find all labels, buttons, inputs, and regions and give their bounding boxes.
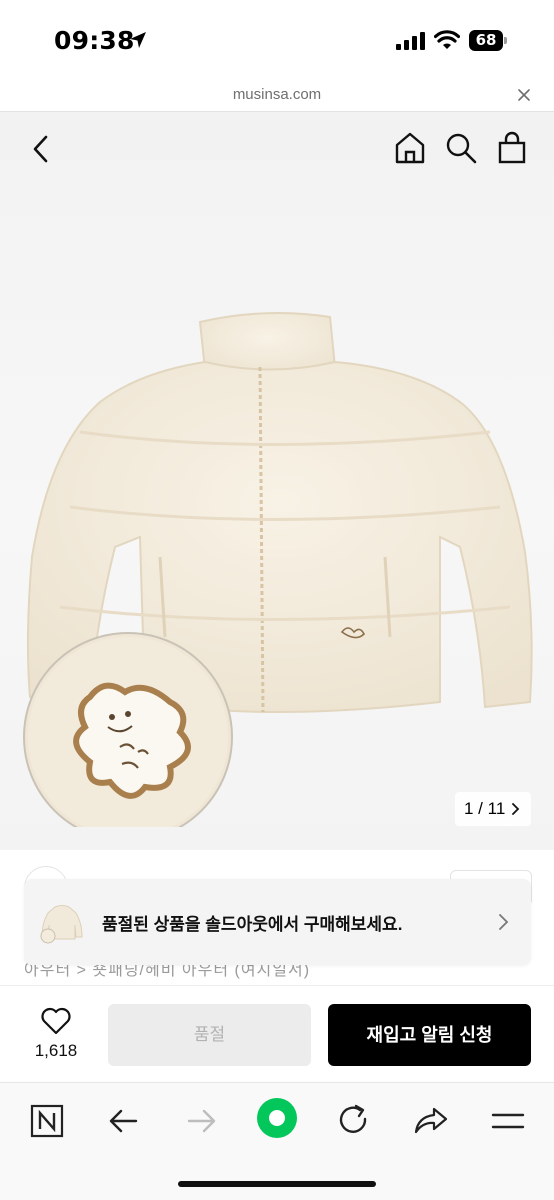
soldout-banner-message: 품절된 상품을 솔드아웃에서 구매해보세요. [102, 915, 403, 934]
reload-icon[interactable] [334, 1101, 374, 1141]
heart-icon[interactable] [40, 1006, 72, 1036]
close-icon[interactable] [517, 88, 531, 102]
purchase-bar: 1,618 품절 재입고 알림 신청 [0, 985, 554, 1082]
chevron-right-icon [499, 914, 509, 930]
url-bar[interactable]: musinsa.com [0, 80, 554, 112]
product-thumbnail [40, 905, 83, 944]
soldout-button[interactable]: 품절 [108, 1004, 311, 1066]
search-icon[interactable] [444, 130, 478, 166]
image-counter-label: 1 / 11 [464, 799, 506, 818]
chevron-right-icon [512, 803, 520, 815]
restock-alert-button[interactable]: 재입고 알림 신청 [328, 1004, 531, 1066]
green-circle-icon[interactable] [256, 1097, 298, 1139]
share-icon[interactable] [411, 1101, 451, 1141]
product-image-gallery[interactable]: 1 / 11 [0, 112, 554, 850]
status-bar: 09:38 68 [0, 0, 554, 80]
status-time: 09:38 [54, 26, 135, 55]
url-text[interactable]: musinsa.com [0, 86, 554, 103]
battery-level: 68 [469, 30, 503, 51]
browser-toolbar [0, 1082, 554, 1200]
cellular-signal-icon [396, 32, 425, 50]
back-chevron-icon[interactable] [26, 132, 56, 166]
shopping-bag-icon[interactable] [495, 130, 529, 166]
battery-icon: 68 [469, 30, 507, 51]
home-icon[interactable] [393, 130, 427, 166]
menu-icon[interactable] [488, 1101, 528, 1141]
product-photo [23, 312, 533, 827]
back-arrow-icon[interactable] [104, 1101, 144, 1141]
soldout-banner[interactable]: 품절된 상품을 솔드아웃에서 구매해보세요. [24, 879, 531, 965]
location-arrow-icon [130, 32, 146, 48]
forward-arrow-icon[interactable] [181, 1101, 221, 1141]
like-count: 1,618 [34, 1041, 78, 1060]
wifi-icon [434, 30, 460, 49]
image-counter[interactable]: 1 / 11 [455, 792, 531, 826]
naver-n-icon[interactable] [27, 1101, 67, 1141]
home-indicator[interactable] [178, 1181, 376, 1187]
